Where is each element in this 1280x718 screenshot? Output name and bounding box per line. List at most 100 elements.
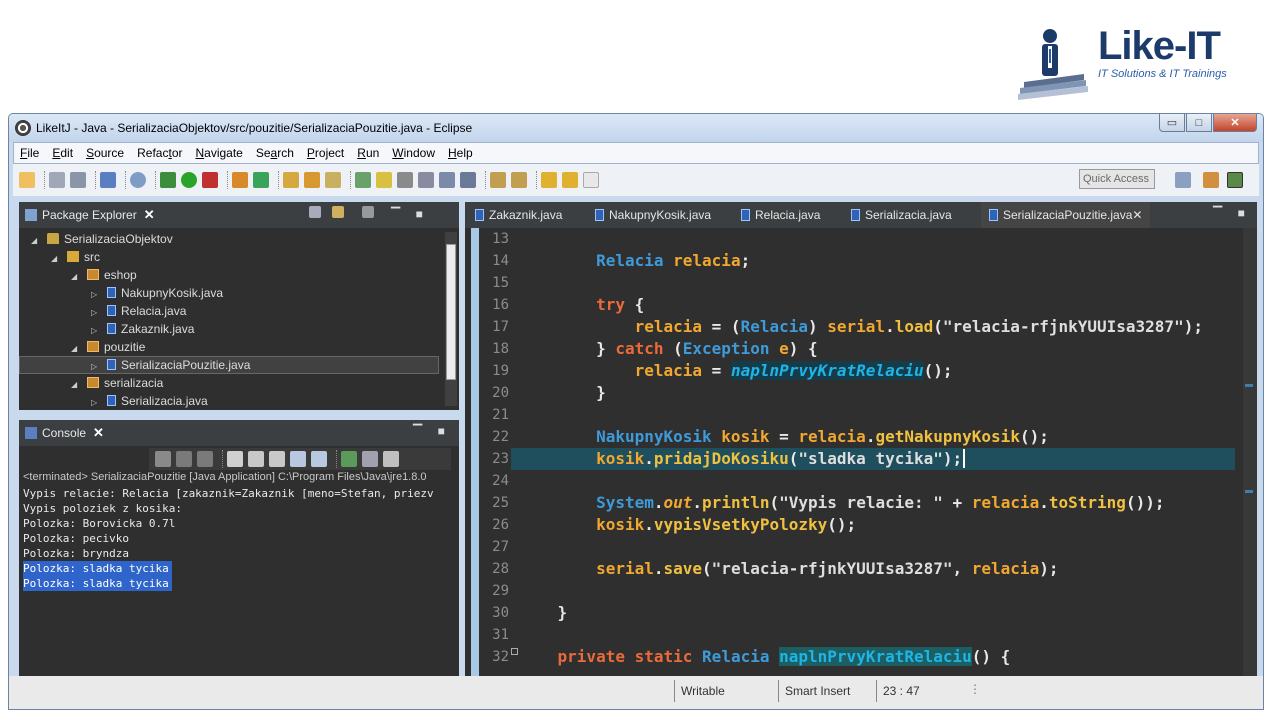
tree-item[interactable]: ◢ eshop bbox=[71, 266, 137, 284]
java-perspective-icon[interactable] bbox=[1227, 172, 1243, 188]
highlight-icon[interactable] bbox=[376, 172, 392, 188]
new-java-package-icon[interactable] bbox=[253, 172, 269, 188]
overview-marker[interactable] bbox=[1245, 384, 1253, 387]
close-button[interactable]: ✕ bbox=[1213, 114, 1257, 132]
minimize-view-icon[interactable]: ▔ bbox=[1213, 206, 1222, 220]
collapsed-arrow-icon[interactable]: ▷ bbox=[91, 394, 101, 412]
pilcrow-icon[interactable] bbox=[460, 172, 476, 188]
editor-tab[interactable]: Serializacia.java bbox=[851, 202, 952, 228]
tree-item-label: Serializacia.java bbox=[121, 394, 208, 408]
quick-access-input[interactable]: Quick Access bbox=[1079, 169, 1155, 189]
menu-edit[interactable]: Edit bbox=[46, 146, 80, 160]
external-tools-icon[interactable] bbox=[202, 172, 218, 188]
close-icon[interactable]: ✕ bbox=[93, 425, 104, 441]
back-icon[interactable] bbox=[541, 172, 557, 188]
maximize-button[interactable]: □ bbox=[1186, 114, 1212, 132]
annotation-prev-icon[interactable] bbox=[511, 172, 527, 188]
tree-item[interactable]: ▷ NakupnyKosik.java bbox=[91, 284, 223, 302]
maximize-view-icon[interactable]: ■ bbox=[416, 207, 423, 221]
editor-tab-label: Zakaznik.java bbox=[489, 208, 563, 222]
show-on-stdout-icon[interactable] bbox=[290, 451, 306, 467]
tree-item[interactable]: ◢ pouzitie bbox=[71, 338, 145, 356]
code-editor[interactable]: 13 14 15 16 17 18 19 20 21 22 23 24 25 26 27 28 29 30 31 32… bbox=[465, 228, 1257, 676]
block-selection-icon[interactable] bbox=[418, 172, 434, 188]
menu-refactor[interactable]: Refactor bbox=[131, 146, 189, 160]
minimize-button[interactable]: ▭ bbox=[1159, 114, 1185, 132]
tree-item[interactable]: ▷ Zakaznik.java bbox=[91, 320, 194, 338]
menu-window[interactable]: Window bbox=[386, 146, 442, 160]
annotation-next-icon[interactable] bbox=[490, 172, 506, 188]
menu-navigate[interactable]: Navigate bbox=[189, 146, 249, 160]
menu-help[interactable]: Help bbox=[442, 146, 480, 160]
toggle-mark-occurrences-icon[interactable] bbox=[355, 172, 371, 188]
link-with-editor-icon[interactable] bbox=[332, 206, 345, 218]
save-icon[interactable] bbox=[49, 172, 65, 188]
open-console-icon[interactable] bbox=[383, 451, 399, 467]
back-history-icon[interactable] bbox=[562, 172, 578, 188]
menu-source[interactable]: Source bbox=[80, 146, 131, 160]
run-icon[interactable] bbox=[181, 172, 197, 188]
word-wrap-console-icon[interactable] bbox=[269, 451, 285, 467]
scroll-lock-icon[interactable] bbox=[248, 451, 264, 467]
remove-launch-icon[interactable] bbox=[176, 451, 192, 467]
skip-breakpoints-icon[interactable] bbox=[130, 172, 146, 188]
terminate-icon[interactable] bbox=[155, 451, 171, 467]
status-drag-handle[interactable]: ⋮ bbox=[969, 682, 981, 696]
tree-item[interactable]: ▷ Serializacia.java bbox=[91, 392, 208, 410]
console-toolbar bbox=[149, 448, 451, 470]
forward-icon[interactable] bbox=[583, 172, 599, 188]
word-wrap-icon[interactable] bbox=[397, 172, 413, 188]
maximize-view-icon[interactable]: ■ bbox=[438, 424, 445, 438]
open-perspective-icon[interactable] bbox=[1175, 172, 1191, 188]
clear-console-icon[interactable] bbox=[227, 451, 243, 467]
package-explorer-tab[interactable]: Package Explorer ✕ bbox=[25, 202, 155, 228]
menu-search[interactable]: Search bbox=[250, 146, 301, 160]
display-console-icon[interactable] bbox=[362, 451, 378, 467]
menu-run[interactable]: Run bbox=[351, 146, 386, 160]
overview-marker[interactable] bbox=[1245, 490, 1253, 493]
editor-tab[interactable]: NakupnyKosik.java bbox=[595, 202, 711, 228]
editor-tab[interactable]: Relacia.java bbox=[741, 202, 820, 228]
view-menu-icon[interactable] bbox=[361, 206, 374, 218]
minimize-view-icon[interactable]: ▔ bbox=[413, 424, 422, 438]
terminal-icon[interactable] bbox=[100, 172, 116, 188]
collapse-all-icon[interactable] bbox=[309, 206, 321, 218]
expanded-arrow-icon[interactable]: ◢ bbox=[71, 268, 81, 286]
open-task-icon[interactable] bbox=[304, 172, 320, 188]
fold-collapse-icon[interactable] bbox=[511, 648, 518, 655]
minimize-view-icon[interactable]: ▔ bbox=[391, 207, 400, 221]
java-file-icon bbox=[989, 209, 998, 221]
editor-tab[interactable]: Zakaznik.java bbox=[475, 202, 562, 228]
open-type-icon[interactable] bbox=[283, 172, 299, 188]
expanded-arrow-icon[interactable]: ◢ bbox=[51, 250, 61, 268]
tree-item[interactable]: ◢ SerializaciaObjektov bbox=[31, 230, 173, 248]
title-bar[interactable]: LikeItJ - Java - SerializaciaObjektov/sr… bbox=[9, 114, 1263, 142]
debug-icon[interactable] bbox=[160, 172, 176, 188]
save-all-icon[interactable] bbox=[70, 172, 86, 188]
editor-tab[interactable]: SerializaciaPouzitie.java ✕ bbox=[981, 202, 1151, 228]
show-on-stderr-icon[interactable] bbox=[311, 451, 327, 467]
tree-item[interactable]: ◢ serializacia bbox=[71, 374, 163, 392]
tree-item[interactable]: ▷ SerializaciaPouzitie.java bbox=[91, 356, 250, 374]
menu-project[interactable]: Project bbox=[301, 146, 351, 160]
console-tab[interactable]: Console ✕ bbox=[25, 420, 104, 446]
new-icon[interactable] bbox=[19, 172, 35, 188]
java-ee-perspective-icon[interactable] bbox=[1203, 172, 1219, 188]
close-icon[interactable]: ✕ bbox=[1132, 208, 1142, 222]
search-icon[interactable] bbox=[325, 172, 341, 188]
pin-console-icon[interactable] bbox=[341, 451, 357, 467]
menu-file[interactable]: File bbox=[14, 146, 46, 160]
show-whitespace-icon[interactable] bbox=[439, 172, 455, 188]
tree-item[interactable]: ◢ src bbox=[51, 248, 100, 266]
close-icon[interactable]: ✕ bbox=[144, 207, 155, 223]
new-java-project-icon[interactable] bbox=[232, 172, 248, 188]
expanded-arrow-icon[interactable]: ◢ bbox=[31, 232, 41, 250]
remove-all-icon[interactable] bbox=[197, 451, 213, 467]
tree-item[interactable]: ▷ Relacia.java bbox=[91, 302, 186, 320]
tree-scrollbar[interactable] bbox=[445, 232, 457, 406]
expanded-arrow-icon[interactable]: ◢ bbox=[71, 376, 81, 394]
maximize-view-icon[interactable]: ■ bbox=[1238, 206, 1245, 220]
editor-scrollbar[interactable] bbox=[1243, 228, 1257, 676]
java-file-icon bbox=[595, 209, 604, 221]
line-number: 20 bbox=[492, 385, 509, 401]
